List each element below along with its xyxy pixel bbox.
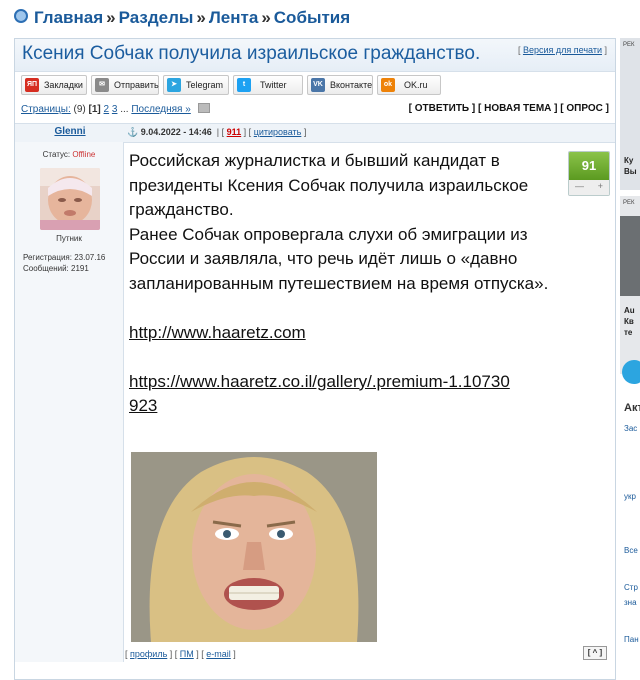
poll-button[interactable]: ОПРОС bbox=[566, 103, 603, 114]
ad-text: Au bbox=[624, 306, 635, 315]
ad-text: Ку bbox=[624, 156, 634, 165]
share-ok-button[interactable]: ok OK.ru bbox=[377, 75, 441, 95]
status-value: Offline bbox=[72, 150, 96, 159]
breadcrumb-events[interactable]: События bbox=[274, 8, 350, 27]
pager-page-3[interactable]: 3 bbox=[112, 104, 118, 115]
rating-value: 91 bbox=[569, 152, 609, 180]
sidebar-heading: Акт bbox=[624, 402, 640, 414]
post-body: Российская журналистка и бывший кандидат… bbox=[129, 149, 559, 419]
post-link[interactable]: http://www.haaretz.com bbox=[129, 323, 306, 342]
post-rating: 91 — + bbox=[568, 151, 610, 196]
sidebar-link[interactable]: Пан bbox=[624, 635, 639, 644]
pager-page-2[interactable]: 2 bbox=[104, 104, 110, 115]
post-header: Glenni ⚓ 9.04.2022 - 14:46 | [ 911 ] [ ц… bbox=[15, 123, 615, 143]
ad-block[interactable]: РЕК Ку Вы bbox=[620, 38, 640, 190]
pager-last[interactable]: Последняя » bbox=[131, 104, 190, 115]
topic-titlebar: Ксения Собчак получила израильское гражд… bbox=[15, 39, 615, 72]
post-info: ⚓ 9.04.2022 - 14:46 | [ 911 ] [ цитирова… bbox=[127, 127, 307, 137]
pager-current: [1] bbox=[88, 104, 101, 115]
vk-icon: VK bbox=[311, 78, 325, 92]
topic-actions: [ ОТВЕТИТЬ ] [ НОВАЯ ТЕМА ] [ ОПРОС ] bbox=[408, 103, 609, 114]
rating-minus-button[interactable]: — bbox=[575, 181, 584, 191]
telegram-icon[interactable] bbox=[622, 360, 640, 384]
ad-label: РЕК bbox=[623, 42, 635, 48]
breadcrumb-separator: » bbox=[106, 8, 116, 27]
share-label: Telegram bbox=[186, 80, 224, 90]
msgs-label: Сообщений: bbox=[23, 264, 69, 273]
sidebar-link[interactable]: Все bbox=[624, 546, 638, 555]
telegram-icon: ➤ bbox=[167, 78, 181, 92]
sidebar-link[interactable]: укр bbox=[624, 492, 636, 501]
ad-block[interactable]: РЕК Au Кв те bbox=[620, 196, 640, 374]
user-role: Путник bbox=[56, 234, 82, 243]
ok-icon: ok bbox=[381, 78, 395, 92]
breadcrumb-home[interactable]: Главная bbox=[34, 8, 103, 27]
share-label: Закладки bbox=[44, 80, 83, 90]
anchor-icon[interactable]: ⚓ bbox=[127, 127, 138, 137]
reg-label: Регистрация: bbox=[23, 253, 72, 262]
pager-ellipsis: ... bbox=[120, 104, 129, 115]
mail-icon: ✉ bbox=[95, 78, 109, 92]
share-label: Отправить bbox=[114, 80, 159, 90]
pager-menu-icon[interactable] bbox=[197, 103, 210, 113]
user-info-column: Статус: Offline Путник Регистрация: 23.0… bbox=[15, 142, 124, 662]
ad-label: РЕК bbox=[623, 200, 635, 206]
breadcrumb-feed[interactable]: Лента bbox=[209, 8, 258, 27]
breadcrumb-separator: » bbox=[196, 8, 206, 27]
print-version[interactable]: [ Версия для печати ] bbox=[518, 45, 607, 55]
breadcrumb: Главная» Разделы» Лента» События bbox=[14, 8, 350, 28]
email-link[interactable]: e-mail bbox=[206, 649, 231, 659]
topic-title: Ксения Собчак получила израильское гражд… bbox=[22, 43, 481, 64]
new-topic-button[interactable]: НОВАЯ ТЕМА bbox=[484, 103, 551, 114]
post-number[interactable]: 911 bbox=[227, 127, 242, 137]
cite-link[interactable]: цитировать bbox=[254, 127, 302, 137]
share-label: Twitter bbox=[260, 80, 287, 90]
share-label: OK.ru bbox=[404, 80, 428, 90]
post-date: 9.04.2022 - 14:46 bbox=[140, 127, 212, 137]
reg-date: 23.07.16 bbox=[74, 253, 106, 262]
post-paragraph: Ранее Собчак опровергала слухи об эмигра… bbox=[129, 224, 549, 293]
sidebar-link[interactable]: зна bbox=[624, 598, 637, 607]
ad-text: Кв bbox=[624, 317, 634, 326]
twitter-icon: t bbox=[237, 78, 251, 92]
scroll-up-button[interactable]: [ ^ ] bbox=[583, 646, 607, 660]
user-stats: Регистрация: 23.07.16 Сообщений: 2191 bbox=[23, 252, 105, 274]
share-twitter-button[interactable]: t Twitter bbox=[233, 75, 303, 95]
rating-controls: — + bbox=[569, 180, 609, 195]
rating-plus-button[interactable]: + bbox=[598, 181, 603, 191]
yap-icon: ЯП bbox=[25, 78, 39, 92]
post-link[interactable]: https://www.haaretz.co.il/gallery/.premi… bbox=[129, 372, 510, 416]
post-paragraph: Российская журналистка и бывший кандидат… bbox=[129, 151, 529, 219]
print-version-link[interactable]: Версия для печати bbox=[523, 45, 602, 55]
avatar[interactable] bbox=[40, 168, 100, 230]
share-label: Вконтакте bbox=[330, 80, 373, 90]
breadcrumb-separator: » bbox=[261, 8, 271, 27]
post-image[interactable] bbox=[131, 452, 377, 642]
share-vk-button[interactable]: VK Вконтакте bbox=[307, 75, 373, 95]
sidebar-link[interactable]: Стр bbox=[624, 583, 638, 592]
msgs-count: 2191 bbox=[71, 264, 89, 273]
ad-text: Вы bbox=[624, 167, 637, 176]
user-status: Статус: Offline bbox=[15, 150, 123, 159]
sidebar-link[interactable]: Зас bbox=[624, 424, 637, 433]
pm-link[interactable]: ПМ bbox=[180, 649, 194, 659]
share-bookmarks-button[interactable]: ЯП Закладки bbox=[21, 75, 87, 95]
post-author[interactable]: Glenni bbox=[15, 126, 125, 137]
share-send-button[interactable]: ✉ Отправить bbox=[91, 75, 159, 95]
breadcrumb-sections[interactable]: Разделы bbox=[119, 8, 194, 27]
share-telegram-button[interactable]: ➤ Telegram bbox=[163, 75, 229, 95]
status-label: Статус: bbox=[42, 150, 71, 159]
pager-count: (9) bbox=[73, 104, 86, 115]
pager-label[interactable]: Страницы: bbox=[21, 104, 71, 115]
right-sidebar: РЕК Ку Вы РЕК Au Кв те Акт Зас укр Все С… bbox=[620, 38, 640, 656]
post-footer: [ профиль ] [ ПМ ] [ e-mail ] bbox=[125, 649, 236, 659]
home-bullet-icon bbox=[14, 9, 28, 23]
pager-row: Страницы: (9) [1] 2 3 ... Последняя » [ … bbox=[21, 103, 609, 115]
topic-panel: Ксения Собчак получила израильское гражд… bbox=[14, 38, 616, 680]
profile-link[interactable]: профиль bbox=[130, 649, 167, 659]
reply-button[interactable]: ОТВЕТИТЬ bbox=[415, 103, 469, 114]
ad-text: те bbox=[624, 328, 633, 337]
